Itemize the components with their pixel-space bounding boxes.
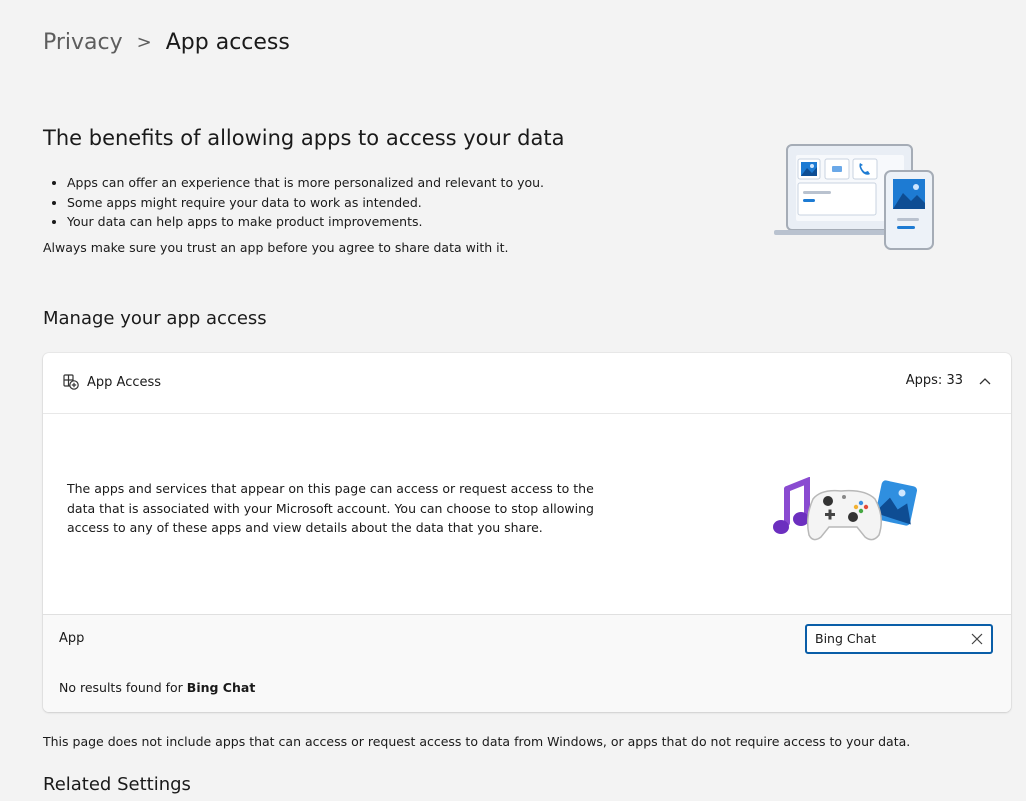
- breadcrumb-separator: >: [136, 32, 152, 53]
- apps-illustration: [773, 477, 918, 541]
- benefit-item: Apps can offer an experience that is mor…: [67, 173, 544, 193]
- app-search-box[interactable]: [805, 624, 993, 654]
- benefits-title: The benefits of allowing apps to access …: [43, 126, 565, 150]
- manage-section-title: Manage your app access: [43, 308, 267, 329]
- app-access-description: The apps and services that appear on thi…: [67, 481, 594, 535]
- benefits-note: Always make sure you trust an app before…: [43, 240, 509, 255]
- no-results-message: No results found for Bing Chat: [59, 680, 255, 695]
- chevron-up-icon[interactable]: [975, 371, 995, 391]
- footer-note: This page does not include apps that can…: [43, 734, 911, 749]
- no-results-prefix: No results found for: [59, 680, 183, 695]
- column-header-app: App: [59, 631, 85, 646]
- breadcrumb-privacy[interactable]: Privacy: [43, 30, 123, 55]
- devices-illustration: [774, 144, 934, 250]
- benefits-list: Apps can offer an experience that is mor…: [49, 173, 544, 232]
- app-access-card: App Access Apps: 33 The apps and service…: [43, 353, 1011, 712]
- benefit-item: Your data can help apps to make product …: [67, 212, 544, 232]
- close-icon[interactable]: [969, 631, 985, 647]
- breadcrumb: Privacy > App access: [43, 30, 290, 55]
- app-search-input[interactable]: [815, 631, 963, 646]
- apps-table-header: App: [43, 614, 1011, 665]
- no-results-row: No results found for Bing Chat: [43, 664, 1011, 712]
- no-results-query: Bing Chat: [186, 680, 256, 695]
- app-access-icon: [63, 374, 79, 390]
- page-title: App access: [165, 30, 290, 55]
- related-settings-title: Related Settings: [43, 774, 191, 795]
- app-access-card-header[interactable]: App Access Apps: 33: [43, 353, 1011, 414]
- app-access-label: App Access: [87, 375, 162, 390]
- apps-count: Apps: 33: [905, 373, 963, 388]
- benefit-item: Some apps might require your data to wor…: [67, 193, 544, 213]
